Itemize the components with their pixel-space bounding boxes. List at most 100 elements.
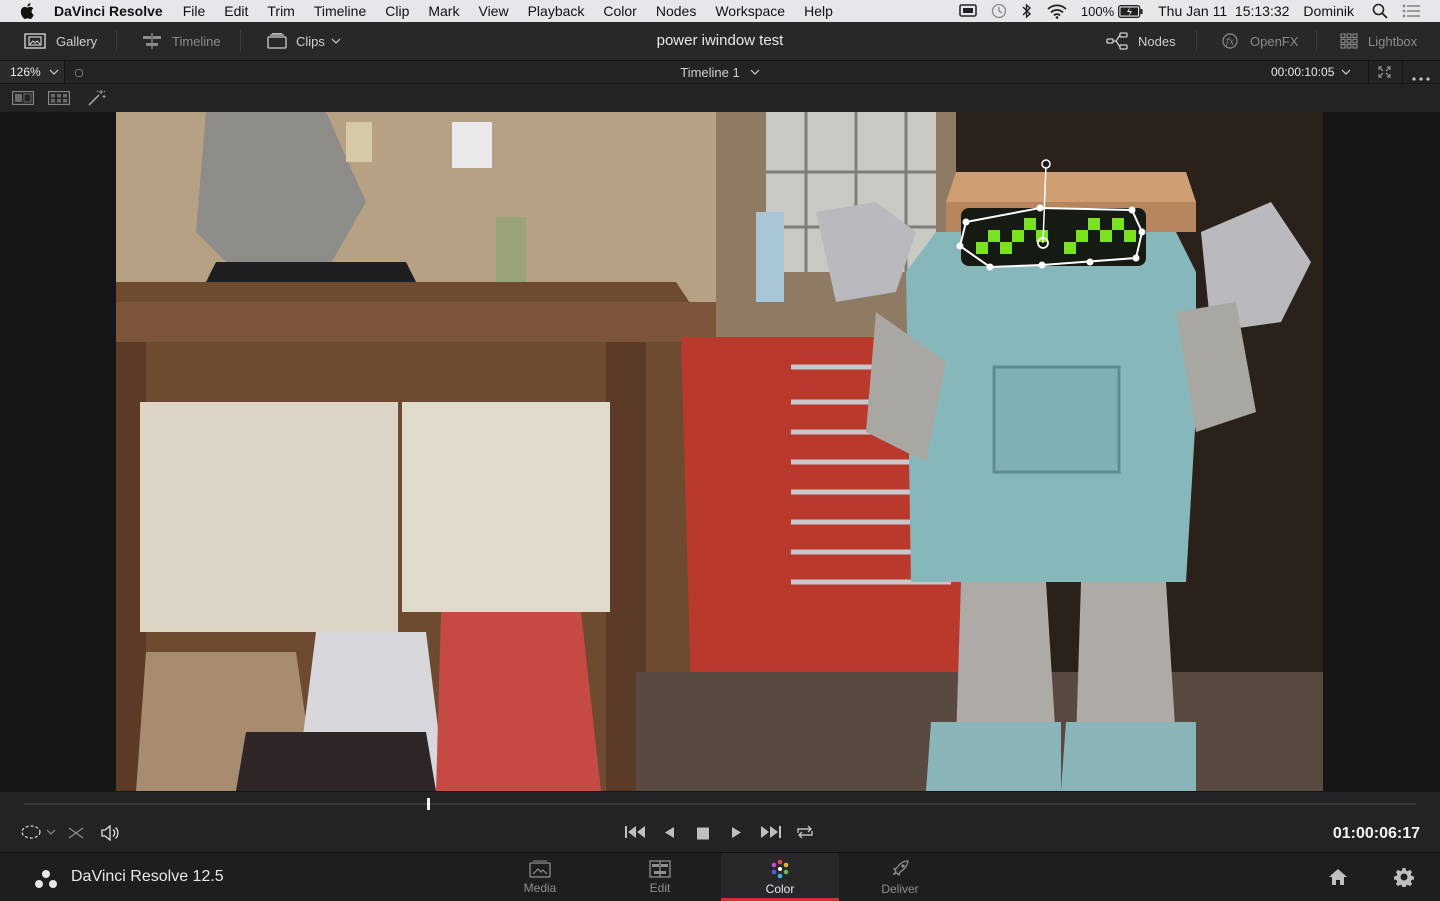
clips-label: Clips — [296, 33, 325, 49]
menu-help[interactable]: Help — [804, 3, 833, 19]
play-icon[interactable] — [731, 826, 743, 844]
timeline-selector[interactable]: Timeline 1 — [660, 61, 780, 83]
transport-bar: 01:00:06:17 — [0, 792, 1440, 852]
timeline-button[interactable]: Timeline — [142, 22, 221, 60]
chevron-down-icon — [331, 38, 341, 44]
chevron-down-icon — [1341, 69, 1351, 75]
openfx-icon: fx — [1222, 33, 1238, 49]
lightbox-icon — [1340, 33, 1358, 49]
record-timecode: 01:00:06:17 — [1332, 825, 1420, 842]
source-timecode-dropdown[interactable]: 00:00:10:05 — [1262, 61, 1368, 83]
spotlight-search-icon[interactable] — [1372, 3, 1388, 19]
shuffle-icon[interactable] — [68, 826, 84, 845]
wipe-grid-icon[interactable] — [48, 91, 70, 110]
battery-percent: 100% — [1080, 3, 1115, 19]
jump-to-last-frame-icon[interactable] — [760, 825, 782, 844]
menu-edit[interactable]: Edit — [224, 3, 248, 19]
header-toolbar: power iwindow test Gallery Timeline Clip… — [0, 22, 1440, 61]
jump-to-first-frame-icon[interactable] — [624, 825, 646, 844]
timeline-label: Timeline — [172, 33, 221, 49]
openfx-button[interactable]: fx OpenFX — [1222, 22, 1298, 60]
svg-text:fx: fx — [1225, 38, 1234, 48]
video-frame-image — [116, 112, 1323, 791]
menu-app-name[interactable]: DaVinci Resolve — [54, 3, 163, 19]
app-version-label: DaVinci Resolve 12.5 — [71, 868, 224, 885]
separator — [1316, 30, 1317, 52]
playhead[interactable] — [427, 798, 430, 810]
gallery-label: Gallery — [56, 33, 98, 49]
mac-menu-bar: DaVinci Resolve File Edit Trim Timeline … — [0, 0, 1440, 22]
page-tab-edit[interactable]: Edit — [601, 853, 719, 901]
chevron-down-icon — [46, 829, 56, 835]
menu-clock[interactable]: Thu Jan 11 15:13:32 — [1158, 3, 1289, 19]
page-tab-media[interactable]: Media — [481, 853, 599, 901]
davinci-resolve-logo-icon — [34, 869, 58, 894]
fullscreen-icon[interactable] — [1378, 66, 1391, 81]
gallery-button[interactable]: Gallery — [24, 22, 97, 60]
zoom-dropdown[interactable]: 126% — [0, 61, 65, 83]
nodes-label: Nodes — [1138, 33, 1176, 49]
menu-clip[interactable]: Clip — [385, 3, 409, 19]
menu-mark[interactable]: Mark — [428, 3, 459, 19]
openfx-label: OpenFX — [1250, 33, 1299, 49]
page-tab-color[interactable]: Color — [721, 853, 839, 901]
page-tab-label: Media — [523, 880, 557, 895]
page-navigation-bar: DaVinci Resolve 12.5 Media Edit Color De… — [0, 852, 1440, 901]
chevron-down-icon — [750, 69, 760, 75]
lightbox-button[interactable]: Lightbox — [1340, 22, 1417, 60]
source-timecode: 00:00:10:05 — [1271, 65, 1335, 79]
scrubber-track[interactable] — [24, 798, 1416, 810]
split-screen-icon[interactable] — [12, 91, 34, 110]
loop-icon[interactable] — [795, 824, 815, 845]
page-tab-label: Edit — [649, 880, 671, 895]
volume-icon[interactable] — [100, 824, 120, 846]
separator — [1368, 61, 1369, 83]
stop-icon[interactable] — [696, 827, 710, 845]
clips-icon — [267, 33, 287, 49]
nodes-icon — [1106, 32, 1128, 50]
viewer[interactable] — [0, 112, 1440, 792]
page-tab-deliver[interactable]: Deliver — [841, 853, 959, 901]
battery-icon[interactable] — [1118, 4, 1144, 18]
settings-gear-icon[interactable] — [1394, 867, 1414, 892]
nodes-button[interactable]: Nodes — [1106, 22, 1176, 60]
page-tab-label: Deliver — [881, 881, 919, 896]
menu-file[interactable]: File — [183, 3, 206, 19]
viewer-header: 126% Timeline 1 00:00:10:05 — [0, 61, 1440, 84]
page-tab-label: Color — [765, 881, 795, 896]
view-options-dropdown[interactable] — [20, 824, 56, 840]
more-options-icon[interactable] — [1412, 70, 1430, 84]
menu-color[interactable]: Color — [603, 3, 636, 19]
bluetooth-icon[interactable] — [1021, 3, 1033, 19]
edit-icon — [649, 859, 671, 878]
clips-button[interactable]: Clips — [267, 22, 341, 60]
chevron-down-icon — [49, 69, 59, 75]
separator — [1402, 61, 1403, 83]
live-indicator-icon — [75, 69, 83, 77]
separator — [240, 30, 241, 52]
notification-center-icon[interactable] — [1402, 4, 1420, 18]
viewer-tool-row — [0, 84, 1440, 112]
media-icon — [529, 860, 551, 878]
time-machine-icon[interactable] — [991, 3, 1007, 19]
menu-trim[interactable]: Trim — [267, 3, 294, 19]
play-reverse-icon[interactable] — [663, 826, 675, 844]
menu-workspace[interactable]: Workspace — [715, 3, 785, 19]
zoom-level: 126% — [10, 65, 41, 79]
home-icon[interactable] — [1328, 868, 1348, 891]
wifi-icon[interactable] — [1047, 4, 1067, 19]
timeline-icon — [142, 33, 162, 49]
loop-mode-icon — [20, 824, 42, 840]
magic-wand-icon[interactable] — [87, 89, 107, 112]
video-frame[interactable] — [116, 112, 1323, 791]
separator — [1196, 30, 1197, 52]
menu-user[interactable]: Dominik — [1303, 3, 1354, 19]
display-mirror-icon[interactable] — [959, 4, 977, 18]
menu-view[interactable]: View — [478, 3, 508, 19]
apple-icon[interactable] — [20, 3, 40, 19]
menu-playback[interactable]: Playback — [528, 3, 585, 19]
rocket-icon — [889, 859, 911, 879]
menu-timeline[interactable]: Timeline — [314, 3, 366, 19]
lightbox-label: Lightbox — [1368, 33, 1418, 49]
menu-nodes[interactable]: Nodes — [656, 3, 696, 19]
